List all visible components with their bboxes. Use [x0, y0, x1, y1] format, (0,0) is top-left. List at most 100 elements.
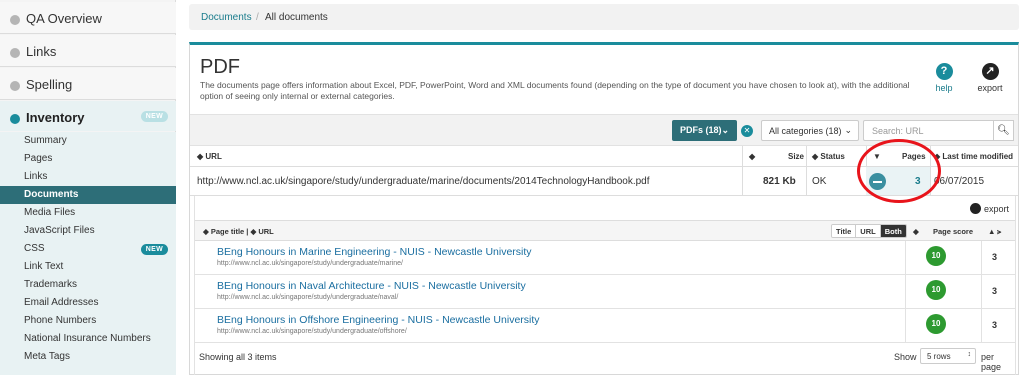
export-icon	[969, 203, 981, 214]
breadcrumb-link-documents[interactable]: Documents	[201, 12, 252, 23]
column-divider	[905, 275, 906, 309]
search-button[interactable]: 🔍︎	[994, 120, 1014, 141]
bullet-icon	[10, 81, 20, 91]
breadcrumb: Documents / All documents	[189, 4, 1019, 30]
item-count: Showing all 3 items	[199, 352, 277, 362]
sidebar-item-trademarks[interactable]: Trademarks	[0, 276, 176, 294]
sidebar-item-summary[interactable]: Summary	[0, 132, 176, 150]
page-title-link[interactable]: BEng Honours in Marine Engineering - NUI…	[217, 246, 532, 258]
breadcrumb-current: All documents	[265, 12, 328, 23]
sidebar-item-label: Documents	[24, 189, 79, 200]
help-button[interactable]: ? help	[922, 63, 966, 93]
category-select-label: All categories (18)	[769, 126, 842, 136]
sidebar-section-label: Inventory	[26, 110, 85, 125]
inventory-submenu: Summary Pages Links Documents Media File…	[0, 132, 176, 375]
clear-filter-icon[interactable]: ✕	[741, 125, 753, 137]
sidebar-section-label: Spelling	[26, 77, 73, 92]
bullet-icon	[10, 48, 20, 58]
row-modified: 06/07/2015	[934, 176, 985, 187]
page-title: PDF	[200, 56, 240, 78]
hierarchy-icon[interactable]: ⪫	[997, 227, 1001, 237]
bullet-icon	[10, 114, 20, 124]
search-input[interactable]	[863, 120, 994, 141]
sidebar-item-label: Links	[24, 171, 48, 182]
sidebar-section-label: Links	[26, 44, 57, 59]
sidebar-item-phone-numbers[interactable]: Phone Numbers	[0, 312, 176, 330]
document-type-filter-label: PDFs (18)	[680, 125, 722, 135]
help-icon: ?	[935, 63, 953, 80]
sidebar-item-label: Media Files	[24, 207, 76, 218]
sidebar-section-qa-overview[interactable]: QA Overview	[0, 2, 176, 34]
view-mode-url[interactable]: URL	[856, 225, 881, 237]
row-status: OK	[812, 176, 827, 187]
export-icon: ↗	[981, 63, 999, 80]
list-item: BEng Honours in Marine Engineering - NUI…	[195, 241, 1015, 275]
sidebar-item-pages[interactable]: Pages	[0, 150, 176, 168]
sidebar-item-label: CSS	[24, 243, 45, 254]
sidebar-item-label: Phone Numbers	[24, 315, 97, 326]
help-label: help	[935, 83, 953, 93]
page-level: 3	[992, 286, 998, 296]
sidebar-section-label: QA Overview	[26, 11, 102, 26]
nested-export-button[interactable]: export	[969, 203, 1009, 214]
sidebar-item-label: National Insurance Numbers	[24, 333, 151, 344]
sidebar-item-documents[interactable]: Documents	[0, 186, 176, 204]
column-header-page-score[interactable]: Page score	[933, 227, 973, 236]
sidebar-item-label: Email Addresses	[24, 297, 99, 308]
highlight-ring	[857, 139, 941, 203]
page-score-badge: 10	[926, 246, 946, 266]
page-level: 3	[992, 320, 998, 330]
sidebar-item-link-text[interactable]: Link Text	[0, 258, 176, 276]
bullet-icon	[10, 15, 20, 25]
sort-icon[interactable]: ◆	[749, 146, 755, 167]
row-url: http://www.ncl.ac.uk/singapore/study/und…	[197, 176, 650, 187]
sort-icon: ◆	[812, 152, 819, 161]
sidebar-item-label: Meta Tags	[24, 351, 70, 362]
sidebar-item-css[interactable]: CSS NEW	[0, 240, 176, 258]
new-badge: NEW	[140, 244, 168, 255]
nested-table-header: ◆ Page title | ◆ URL Title URL Both ◆ Pa…	[195, 220, 1015, 241]
column-header-url[interactable]: ◆ URL	[197, 146, 222, 167]
chevron-down-icon: ⌄	[721, 125, 729, 135]
document-type-filter[interactable]: PDFs (18) ⌄	[672, 120, 737, 141]
page-title-link[interactable]: BEng Honours in Naval Architecture - NUI…	[217, 280, 526, 292]
nested-pages-table: export ◆ Page title | ◆ URL Title URL Bo…	[194, 196, 1016, 375]
sidebar-section-inventory[interactable]: Inventory NEW	[0, 101, 176, 131]
sidebar-item-meta-tags[interactable]: Meta Tags	[0, 348, 176, 366]
row-size: 821 Kb	[763, 176, 796, 187]
updown-icon: ↕	[967, 351, 972, 358]
category-select[interactable]: All categories (18) ⌄	[761, 120, 859, 141]
column-header-title-url[interactable]: ◆ Page title | ◆ URL	[203, 227, 274, 236]
sidebar-section-links[interactable]: Links	[0, 35, 176, 67]
sidebar-item-javascript-files[interactable]: JavaScript Files	[0, 222, 176, 240]
page-url: http://www.ncl.ac.uk/singapore/study/und…	[217, 260, 403, 267]
sidebar-item-national-insurance-numbers[interactable]: National Insurance Numbers	[0, 330, 176, 348]
sort-icon[interactable]: ◆	[913, 227, 919, 236]
column-divider	[981, 275, 982, 309]
sidebar-item-label: JavaScript Files	[24, 225, 95, 236]
column-header-modified[interactable]: ◆ Last time modified	[934, 146, 1013, 167]
column-divider	[905, 241, 906, 275]
sort-asc-icon[interactable]: ▲	[988, 227, 995, 236]
export-button[interactable]: ↗ export	[968, 63, 1012, 93]
column-divider	[981, 309, 982, 343]
per-page-label: per page	[981, 352, 1002, 372]
view-mode-title[interactable]: Title	[832, 225, 857, 237]
sidebar-item-email-addresses[interactable]: Email Addresses	[0, 294, 176, 312]
view-mode-both[interactable]: Both	[880, 225, 906, 237]
sort-icon: ◆	[197, 152, 204, 161]
chevron-down-icon: ⌄	[844, 125, 852, 135]
nested-export-label: export	[983, 204, 1009, 214]
page-title-link[interactable]: BEng Honours in Offshore Engineering - N…	[217, 314, 540, 326]
sidebar-item-links[interactable]: Links	[0, 168, 176, 186]
sidebar-item-media-files[interactable]: Media Files	[0, 204, 176, 222]
sidebar-section-spelling[interactable]: Spelling	[0, 68, 176, 100]
rows-per-page-value: 5 rows	[927, 352, 951, 361]
column-header-size[interactable]: Size	[788, 146, 804, 167]
column-header-status[interactable]: ◆ Status	[812, 146, 845, 167]
view-mode-toggle: Title URL Both	[831, 224, 907, 238]
new-badge: NEW	[140, 111, 168, 122]
rows-per-page-select[interactable]: 5 rows ↕	[920, 348, 976, 364]
sidebar-item-label: Pages	[24, 153, 53, 164]
page-description: The documents page offers information ab…	[200, 80, 910, 101]
